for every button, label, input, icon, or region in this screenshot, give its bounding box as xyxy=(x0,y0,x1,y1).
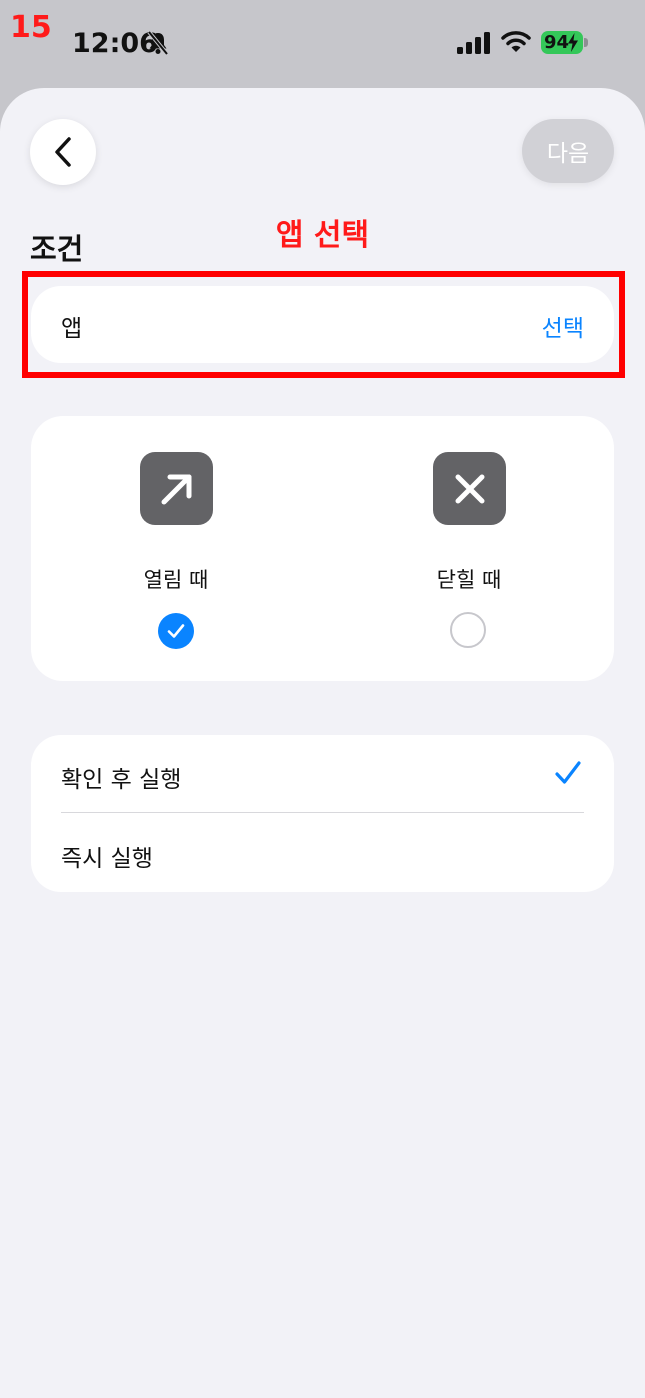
chevron-left-icon xyxy=(55,137,71,167)
step-number-annotation: 15 xyxy=(10,10,52,45)
run-mode-card: 확인 후 실행 즉시 실행 xyxy=(31,735,614,892)
trigger-card: 열림 때 닫힐 때 xyxy=(31,416,614,681)
close-x-icon xyxy=(455,474,484,503)
charging-bolt-icon xyxy=(568,33,578,52)
trigger-tile-close xyxy=(433,452,506,525)
bell-slash-icon xyxy=(147,30,169,56)
trigger-option-open[interactable]: 열림 때 xyxy=(76,416,276,681)
run-mode-confirm-row[interactable]: 확인 후 실행 xyxy=(31,735,614,813)
row-divider xyxy=(61,812,584,813)
section-title: 조건 xyxy=(30,232,84,266)
battery-percent: 94 xyxy=(544,32,570,53)
run-mode-immediate-label: 즉시 실행 xyxy=(61,846,153,872)
annotation-highlight-box xyxy=(22,271,625,378)
battery-tip xyxy=(584,38,588,47)
automation-sheet: 다음 앱 선택 조건 앱 선택 열림 때 닫힐 때 확인 후 실행 즉시 실행 xyxy=(0,88,645,1398)
annotation-label: 앱 선택 xyxy=(275,218,370,253)
trigger-label-close: 닫힐 때 xyxy=(436,568,502,592)
trigger-label-open: 열림 때 xyxy=(143,568,209,592)
status-bar: 15 12:06 94 xyxy=(0,0,645,88)
checkmark-icon xyxy=(167,624,185,638)
wifi-icon xyxy=(501,31,531,52)
run-mode-immediate-row[interactable]: 즉시 실행 xyxy=(31,814,614,892)
radio-selected[interactable] xyxy=(158,613,194,649)
trigger-tile-open xyxy=(140,452,213,525)
run-mode-confirm-label: 확인 후 실행 xyxy=(61,767,182,793)
back-button[interactable] xyxy=(30,119,96,185)
trigger-option-close[interactable]: 닫힐 때 xyxy=(369,416,569,681)
radio-unselected[interactable] xyxy=(450,612,486,648)
signal-icon xyxy=(457,32,490,54)
next-button[interactable]: 다음 xyxy=(522,119,614,183)
arrow-up-right-icon xyxy=(161,474,191,504)
checkmark-icon xyxy=(555,761,581,784)
